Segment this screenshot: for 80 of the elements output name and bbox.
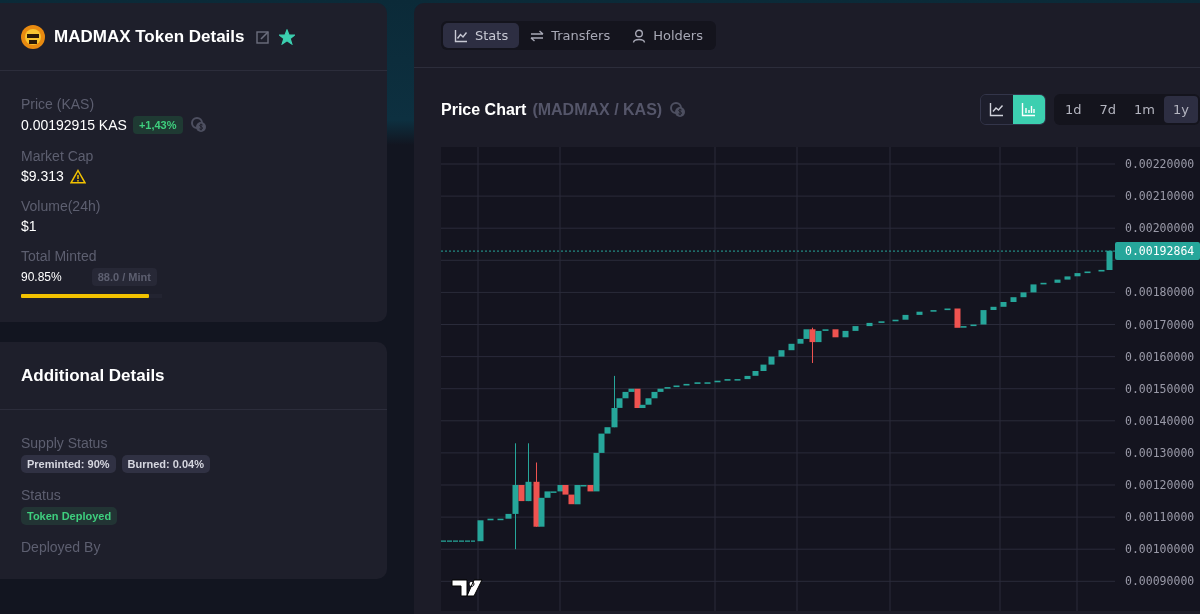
range-button[interactable]: 1d [1056, 96, 1091, 123]
star-icon[interactable] [278, 28, 295, 45]
candle [1084, 271, 1091, 274]
field-label: Market Cap [21, 148, 95, 164]
range-button[interactable]: 7d [1090, 96, 1126, 123]
logo-icon [451, 579, 483, 597]
candle [990, 306, 997, 310]
candle [1000, 302, 1007, 307]
field-label: Supply Status [21, 435, 109, 451]
candle [673, 385, 680, 388]
axis-label: 0.00100000 [1125, 542, 1195, 557]
card-title: Additional Details [21, 365, 165, 386]
candle [832, 329, 839, 338]
candle [1074, 273, 1081, 277]
price-value: 0.00192915 KAS [21, 117, 127, 133]
card-title: MADMAX Token Details [54, 26, 245, 47]
chart-line-icon [454, 28, 468, 43]
candle [892, 319, 899, 322]
axis-label: 0.00210000 [1125, 189, 1195, 204]
market-cap-value: $9.313 [21, 168, 64, 184]
trading-pair: (MADMAX / KAS) [532, 100, 663, 119]
range-button[interactable]: 1y [1164, 96, 1198, 123]
field-label: Status [21, 487, 62, 503]
candle [902, 314, 909, 320]
axis-label: 0.00150000 [1125, 381, 1195, 396]
candle [980, 310, 987, 325]
axis-label: 0.00220000 [1125, 157, 1195, 171]
candle [683, 383, 690, 386]
candle [487, 518, 494, 521]
axis-label: 0.00140000 [1125, 413, 1195, 428]
axis-label: 0.00110000 [1125, 510, 1195, 525]
last-price-label: 0.00192864 [1115, 242, 1200, 261]
supply-tag: Burned: 0.04% [121, 455, 210, 473]
axis-label: 0.00180000 [1125, 285, 1195, 300]
per-mint-badge: 88.0 / Mint [91, 268, 157, 286]
chart-type-button[interactable] [1013, 95, 1046, 124]
flat-price-line [441, 540, 476, 542]
candle [1054, 279, 1061, 283]
tab[interactable]: Stats [443, 23, 520, 48]
chart-type-button[interactable] [981, 95, 1014, 124]
candle [1040, 282, 1047, 285]
candle [916, 311, 923, 315]
candle [970, 324, 977, 327]
candle [944, 308, 951, 311]
line-chart-icon [989, 102, 1006, 117]
range-button[interactable]: 1m [1125, 96, 1165, 123]
supply-tag: Preminted: 90% [21, 455, 116, 473]
candle [866, 322, 873, 327]
change-badge: +1,43% [132, 116, 183, 134]
axis-label: 0.00200000 [1125, 221, 1195, 236]
candle [778, 350, 785, 357]
candle [1010, 297, 1017, 302]
volume-value: $1 [21, 218, 37, 234]
arrows-icon [530, 28, 545, 43]
field-label: Deployed By [21, 539, 102, 555]
field-label: Volume(24h) [21, 198, 102, 214]
person-icon [632, 28, 647, 43]
field-label: Price (KAS) [21, 96, 96, 112]
edit-icon[interactable] [255, 29, 270, 44]
candle [852, 326, 859, 331]
bar-chart-icon [1021, 102, 1038, 117]
axis-label: 0.00170000 [1125, 317, 1195, 332]
tab[interactable]: Transfers [519, 23, 622, 48]
candle [1020, 292, 1027, 298]
candle [1030, 284, 1037, 293]
axis-label: 0.00130000 [1125, 445, 1195, 460]
candle [714, 380, 721, 383]
token-logo-icon [21, 24, 45, 49]
field-label: Total Minted [21, 248, 98, 264]
minted-percent: 90.85% [21, 270, 62, 284]
axis-label: 0.00090000 [1125, 574, 1195, 589]
chart-title: Price Chart [441, 100, 527, 119]
status-tag: Token Deployed [21, 507, 118, 525]
candle [788, 343, 795, 351]
tab[interactable]: Holders [621, 23, 714, 48]
candle [1064, 276, 1071, 280]
candle [842, 330, 849, 338]
axis-label: 0.00120000 [1125, 478, 1195, 492]
candle [477, 520, 484, 542]
axis-label: 0.00160000 [1125, 349, 1195, 364]
